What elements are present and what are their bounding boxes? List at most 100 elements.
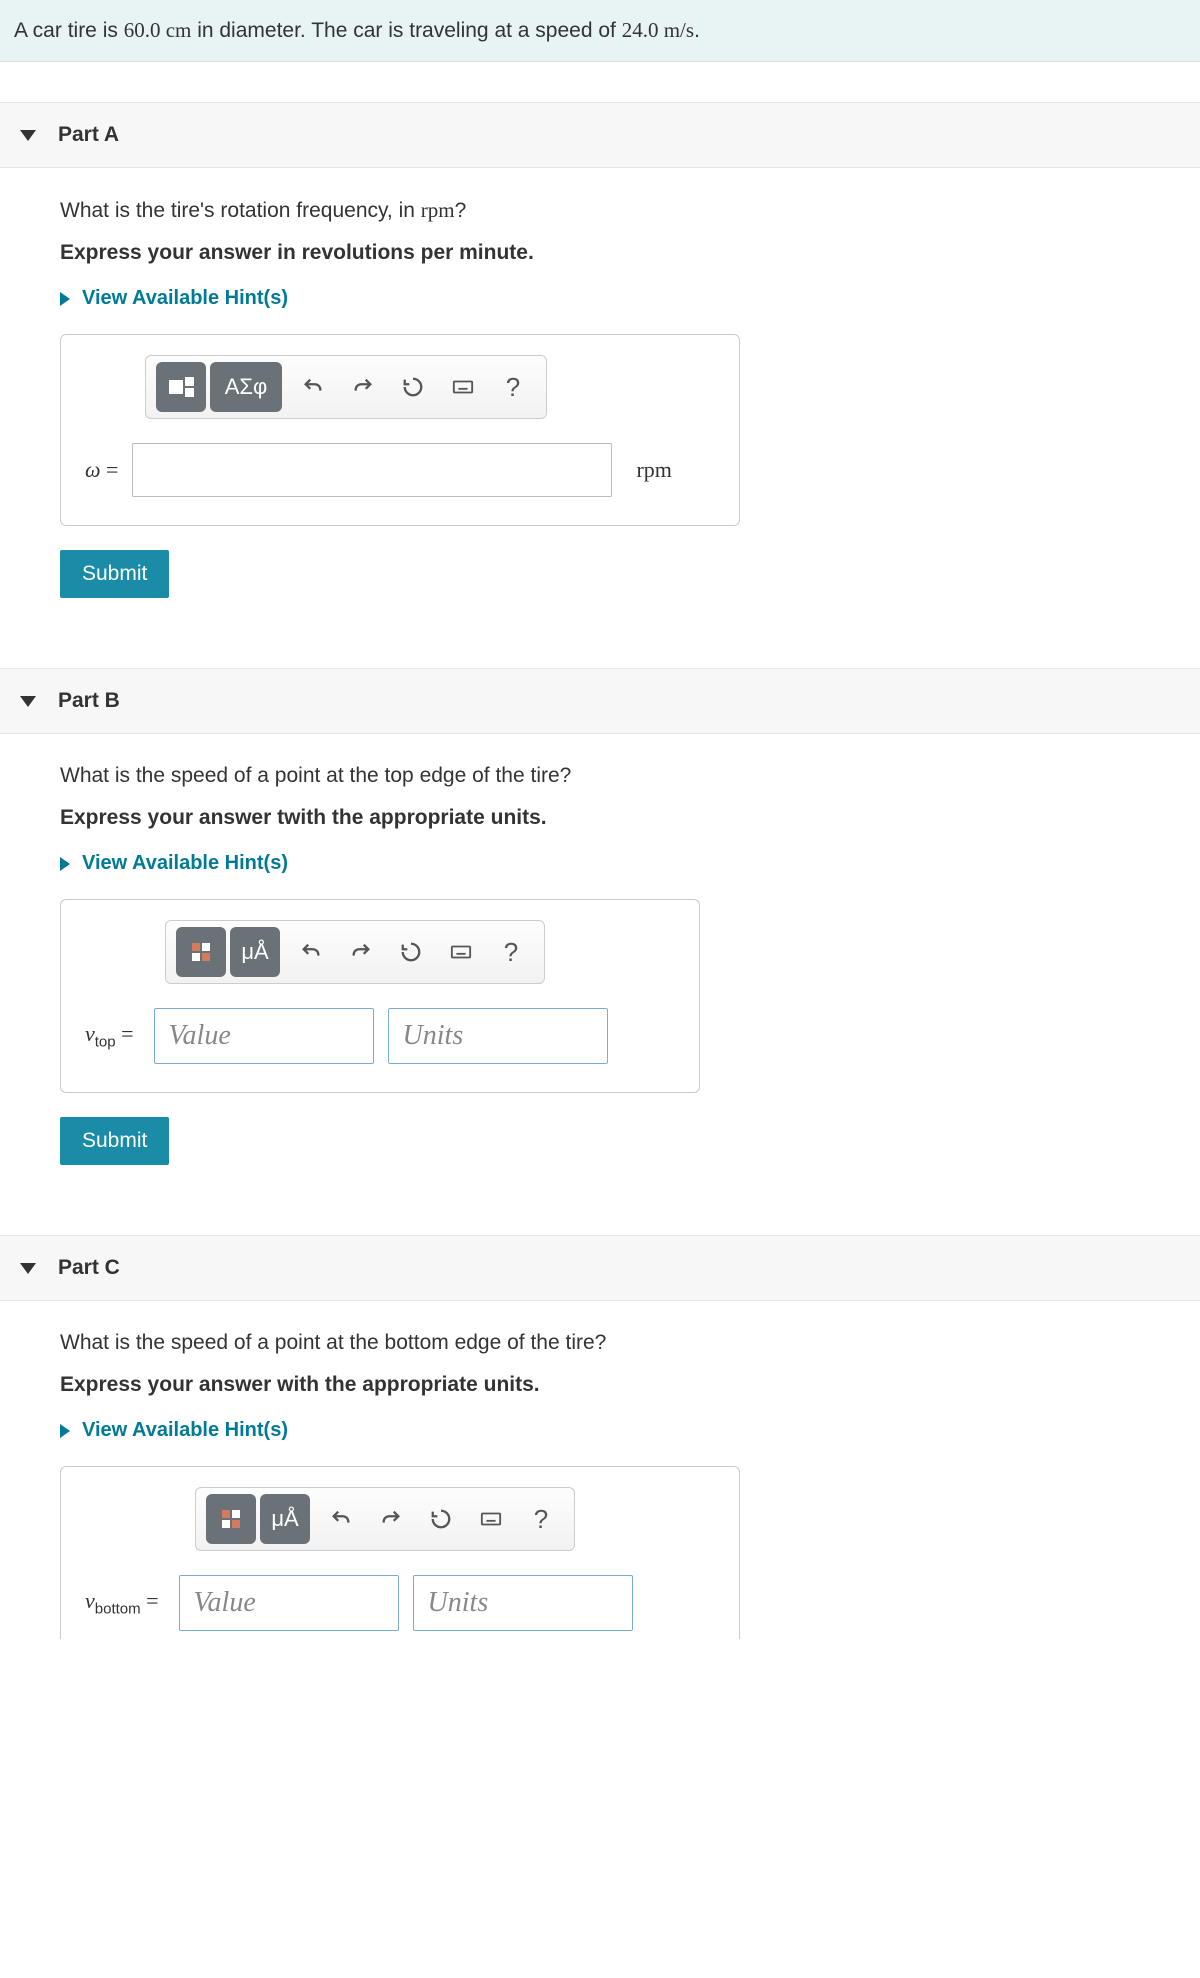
part-b-question: What is the speed of a point at the top …	[60, 764, 1140, 788]
caret-right-icon	[60, 857, 70, 871]
reset-button[interactable]	[418, 1496, 464, 1542]
reset-icon	[430, 1508, 452, 1530]
part-b-var-label: vtop =	[85, 1021, 134, 1050]
part-c-var-symbol: v	[85, 1588, 95, 1613]
units-button-label: μÅ	[241, 939, 268, 965]
problem-text-3: .	[694, 19, 700, 42]
part-c-var-sub: bottom	[95, 1601, 141, 1618]
part-a-body: What is the tire's rotation frequency, i…	[0, 168, 1200, 628]
help-icon: ?	[534, 1504, 548, 1535]
part-b-toolbar: μÅ ?	[165, 920, 545, 984]
undo-button[interactable]	[288, 929, 334, 975]
redo-button[interactable]	[340, 364, 386, 410]
problem-text-1: A car tire is	[14, 19, 124, 42]
part-a-equals: =	[101, 457, 119, 482]
redo-icon	[350, 941, 372, 963]
undo-icon	[330, 1508, 352, 1530]
part-c-hints-link[interactable]: View Available Hint(s)	[60, 1419, 1140, 1442]
units-button[interactable]: μÅ	[230, 927, 280, 977]
undo-icon	[300, 941, 322, 963]
keyboard-button[interactable]	[440, 364, 486, 410]
help-button[interactable]: ?	[518, 1496, 564, 1542]
template-button[interactable]	[206, 1494, 256, 1544]
part-c-header[interactable]: Part C	[0, 1235, 1200, 1301]
part-a-submit-button[interactable]: Submit	[60, 550, 169, 598]
part-b-units-input[interactable]: Units	[388, 1008, 608, 1064]
reset-icon	[400, 941, 422, 963]
part-a-var-label: ω =	[85, 457, 118, 483]
part-b-body: What is the speed of a point at the top …	[0, 734, 1200, 1195]
part-c-title: Part C	[58, 1256, 120, 1280]
part-a-unit-label: rpm	[636, 457, 671, 483]
part-a-answer-row: ω = rpm	[85, 443, 715, 497]
part-b-equals: =	[116, 1021, 134, 1046]
reset-button[interactable]	[390, 364, 436, 410]
template-button[interactable]	[176, 927, 226, 977]
part-c-var-label: vbottom =	[85, 1588, 159, 1617]
part-b-units-placeholder: Units	[403, 1020, 464, 1052]
part-c-hints-label: View Available Hint(s)	[82, 1419, 288, 1442]
help-button[interactable]: ?	[490, 364, 536, 410]
part-a-answer-input[interactable]	[132, 443, 612, 497]
part-b-header[interactable]: Part B	[0, 668, 1200, 734]
caret-right-icon	[60, 292, 70, 306]
part-a-toolbar: ΑΣφ ?	[145, 355, 547, 419]
part-c-equals: =	[141, 1588, 159, 1613]
part-b-answer-row: vtop = Value Units	[85, 1008, 675, 1064]
part-b-hints-label: View Available Hint(s)	[82, 852, 288, 875]
part-a-hints-link[interactable]: View Available Hint(s)	[60, 287, 1140, 310]
undo-button[interactable]	[290, 364, 336, 410]
part-c-units-placeholder: Units	[428, 1587, 489, 1619]
part-a-var-symbol: ω	[85, 457, 101, 482]
units-button-label: μÅ	[271, 1506, 298, 1532]
part-c-units-input[interactable]: Units	[413, 1575, 633, 1631]
problem-statement: A car tire is 60.0 cm in diameter. The c…	[0, 0, 1200, 62]
template-icon	[169, 377, 194, 397]
part-c-answer-row: vbottom = Value Units	[85, 1575, 715, 1631]
part-b-instruction: Express your answer twith the appropriat…	[60, 806, 1140, 830]
part-c-value-input[interactable]: Value	[179, 1575, 399, 1631]
part-b-var-sub: top	[95, 1034, 116, 1051]
part-b-var-symbol: v	[85, 1021, 95, 1046]
keyboard-button[interactable]	[438, 929, 484, 975]
part-c-answer-box: μÅ ? vbottom = Value Units	[60, 1466, 740, 1639]
part-a-question-unit: rpm	[421, 198, 455, 222]
keyboard-icon	[480, 1508, 502, 1530]
part-b-answer-box: μÅ ? vtop = Value Units	[60, 899, 700, 1093]
help-icon: ?	[504, 937, 518, 968]
problem-diameter: 60.0 cm	[124, 18, 192, 42]
part-b-submit-button[interactable]: Submit	[60, 1117, 169, 1165]
template-icon	[192, 943, 210, 961]
greek-symbols-button[interactable]: ΑΣφ	[210, 362, 282, 412]
units-button[interactable]: μÅ	[260, 1494, 310, 1544]
problem-text-2: in diameter. The car is traveling at a s…	[191, 19, 621, 42]
redo-button[interactable]	[368, 1496, 414, 1542]
template-icon	[222, 1510, 240, 1528]
part-a-question-before: What is the tire's rotation frequency, i…	[60, 199, 421, 222]
template-button[interactable]	[156, 362, 206, 412]
caret-down-icon	[20, 130, 36, 141]
keyboard-button[interactable]	[468, 1496, 514, 1542]
redo-icon	[380, 1508, 402, 1530]
part-a-hints-label: View Available Hint(s)	[82, 287, 288, 310]
keyboard-icon	[452, 376, 474, 398]
help-button[interactable]: ?	[488, 929, 534, 975]
part-c-instruction: Express your answer with the appropriate…	[60, 1373, 1140, 1397]
keyboard-icon	[450, 941, 472, 963]
problem-speed: 24.0 m/s	[622, 18, 694, 42]
part-b-value-placeholder: Value	[169, 1020, 231, 1052]
part-a-title: Part A	[58, 123, 119, 147]
part-b-value-input[interactable]: Value	[154, 1008, 374, 1064]
part-c-question: What is the speed of a point at the bott…	[60, 1331, 1140, 1355]
reset-button[interactable]	[388, 929, 434, 975]
caret-down-icon	[20, 696, 36, 707]
part-b-hints-link[interactable]: View Available Hint(s)	[60, 852, 1140, 875]
part-c-value-placeholder: Value	[194, 1587, 256, 1619]
undo-button[interactable]	[318, 1496, 364, 1542]
redo-button[interactable]	[338, 929, 384, 975]
greek-symbols-label: ΑΣφ	[225, 374, 268, 400]
caret-down-icon	[20, 1263, 36, 1274]
part-a-header[interactable]: Part A	[0, 102, 1200, 168]
part-c-body: What is the speed of a point at the bott…	[0, 1301, 1200, 1639]
part-c-toolbar: μÅ ?	[195, 1487, 575, 1551]
